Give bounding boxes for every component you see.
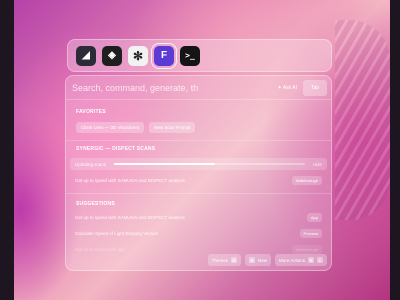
favorites-heading: FAVORITES	[76, 109, 106, 115]
favorite-chip[interactable]: New Scan Prompt	[149, 122, 196, 133]
suggestions-heading: SUGGESTIONS	[76, 201, 115, 207]
ask-ai-label: Ask AI	[282, 84, 297, 91]
openai-app-icon[interactable]: ✻	[128, 45, 148, 66]
terminal-glyph: >_	[185, 51, 195, 60]
search-input[interactable]	[72, 82, 278, 93]
synergic-section: SYNERGIC — DISPECT SCANS	[66, 141, 331, 152]
app-button[interactable]: App	[306, 212, 322, 222]
more-actions-button[interactable]: More Actions ⌘ K	[274, 254, 327, 266]
list-item[interactable]: Get up to speed with SAMUSAI and DISPECT…	[70, 211, 327, 223]
framer-app-icon[interactable]: F	[151, 42, 177, 69]
synergic-heading: SYNERGIC — DISPECT SCANS	[76, 146, 156, 152]
walkthrough-button[interactable]: Walkthrough	[291, 175, 322, 185]
list-item[interactable]: Calculate Speed of Light Warping Vectors…	[70, 227, 327, 239]
tab-button[interactable]: Tab	[303, 79, 327, 96]
progress-bar	[114, 163, 305, 165]
footer-actions: Themes ⌘ ⌘ New More Actions ⌘ K	[207, 254, 327, 266]
command-key-icon: ⌘	[248, 257, 255, 263]
command-key-icon: ⌘	[230, 257, 237, 263]
ask-ai-button[interactable]: ✦ Ask AI	[278, 85, 298, 91]
figma-app-icon[interactable]: ◈	[102, 45, 122, 66]
app-dock: ◢ ◈ ✻ F >_	[67, 39, 332, 72]
list-item-text: Get up to speed with SAMUSAI and DISPECT…	[75, 177, 185, 183]
list-item-text: Get up to speed with SAMUSAI and DISPECT…	[75, 214, 185, 220]
themes-button[interactable]: Themes ⌘	[207, 254, 241, 266]
k-key-icon: K	[317, 257, 323, 263]
progress-fill	[114, 163, 216, 165]
more-actions-label: More Actions	[278, 257, 305, 263]
openai-glyph: ✻	[132, 48, 144, 63]
list-item[interactable]: Get up to speed with SAMUSAI and DISPECT…	[70, 174, 327, 186]
new-label: New	[257, 257, 267, 263]
frame-right-edge	[390, 0, 400, 300]
new-button[interactable]: ⌘ New	[244, 254, 271, 266]
framer-glyph: F	[160, 50, 168, 61]
process-button[interactable]: Process	[299, 228, 322, 238]
hide-button[interactable]: Hide	[313, 162, 322, 167]
terminal-app-icon[interactable]: >_	[180, 45, 200, 66]
themes-label: Themes	[211, 257, 228, 263]
command-key-icon: ⌘	[308, 257, 314, 263]
list-item-text: Calculate Speed of Light Warping Vectors	[75, 230, 159, 236]
linear-glyph: ◢	[82, 50, 90, 61]
suggestions-section: SUGGESTIONS	[66, 194, 331, 207]
progress-label: Updating scans	[75, 161, 107, 167]
search-bar: ✦ Ask AI Tab	[66, 76, 331, 100]
list-item-text: Get up to speed with app	[75, 246, 126, 252]
frame-left-edge	[0, 0, 14, 300]
walkthrough-button[interactable]: Walkthrough	[291, 244, 322, 254]
wallpaper-ribbon	[335, 20, 390, 220]
progress-row: Updating scans Hide	[70, 158, 327, 170]
figma-glyph: ◈	[108, 50, 116, 61]
favorites-section: FAVORITES Client Lens — 3D Visualizers N…	[66, 100, 331, 133]
favorite-chip[interactable]: Client Lens — 3D Visualizers	[76, 122, 145, 133]
command-launcher: ✦ Ask AI Tab FAVORITES Client Lens — 3D …	[65, 75, 332, 271]
linear-app-icon[interactable]: ◢	[76, 45, 96, 66]
